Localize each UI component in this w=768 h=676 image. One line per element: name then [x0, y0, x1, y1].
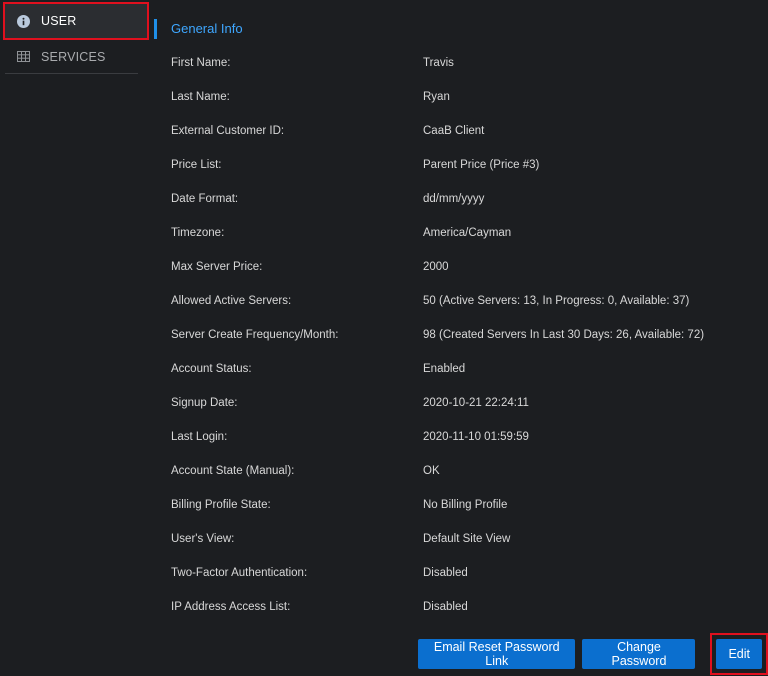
info-value: OK: [423, 465, 440, 477]
info-value: No Billing Profile: [423, 499, 508, 511]
info-row: Billing Profile State: No Billing Profile: [171, 488, 764, 522]
info-value: 2020-11-10 01:59:59: [423, 431, 529, 443]
info-row: External Customer ID: CaaB Client: [171, 114, 764, 148]
info-value: Travis: [423, 57, 454, 69]
info-row: Last Login: 2020-11-10 01:59:59: [171, 420, 764, 454]
sidebar-item-label: USER: [41, 14, 77, 28]
info-value: Parent Price (Price #3): [423, 159, 540, 171]
info-row: First Name: Travis: [171, 46, 764, 80]
sidebar-item-label: SERVICES: [41, 49, 106, 64]
info-label: Account Status:: [171, 363, 252, 375]
action-buttons: Email Reset Password Link Change Passwor…: [418, 633, 768, 675]
info-label: Account State (Manual):: [171, 465, 295, 477]
info-list: First Name: Travis Last Name: Ryan Externa…: [154, 46, 764, 624]
info-value: dd/mm/yyyy: [423, 193, 485, 205]
info-label: Two-Factor Authentication:: [171, 567, 308, 579]
info-value: Disabled: [423, 601, 468, 613]
info-label: Allowed Active Servers:: [171, 295, 292, 307]
info-row: Allowed Active Servers: 50 (Active Server…: [171, 284, 764, 318]
info-circle-icon: [16, 14, 30, 28]
edit-button-highlight: Edit: [710, 633, 768, 675]
info-label: Last Login:: [171, 431, 228, 443]
change-password-button[interactable]: Change Password: [582, 639, 696, 669]
info-label: Timezone:: [171, 227, 225, 239]
info-value: Default Site View: [423, 533, 511, 545]
info-row: User's View: Default Site View: [171, 522, 764, 556]
info-value: CaaB Client: [423, 125, 485, 137]
edit-button[interactable]: Edit: [716, 639, 762, 669]
info-label: First Name:: [171, 57, 231, 69]
info-value: America/Cayman: [423, 227, 512, 239]
info-label: Max Server Price:: [171, 261, 263, 273]
info-value: Disabled: [423, 567, 468, 579]
info-row: Account State (Manual): OK: [171, 454, 764, 488]
info-row: Account Status: Enabled: [171, 352, 764, 386]
general-info-panel: General Info First Name: Travis Last Name…: [154, 19, 764, 624]
info-value: Enabled: [423, 363, 466, 375]
sidebar-item-user[interactable]: USER: [3, 2, 149, 40]
info-row: Date Format: dd/mm/yyyy: [171, 182, 764, 216]
sidebar-item-services[interactable]: SERVICES: [5, 40, 138, 74]
info-label: Last Name:: [171, 91, 230, 103]
section-title: General Info: [154, 19, 764, 39]
info-row: Server Create Frequency/Month: 98 (Create…: [171, 318, 764, 352]
info-value: 2000: [423, 261, 449, 273]
info-label: Date Format:: [171, 193, 239, 205]
info-row: Max Server Price: 2000: [171, 250, 764, 284]
info-value: 50 (Active Servers: 13, In Progress: 0, …: [423, 295, 690, 307]
info-row: Price List: Parent Price (Price #3): [171, 148, 764, 182]
email-reset-password-button[interactable]: Email Reset Password Link: [418, 639, 576, 669]
sidebar: USER SERVICES: [3, 2, 149, 74]
grid-table-icon: [16, 50, 30, 64]
info-row: IP Address Access List: Disabled: [171, 590, 764, 624]
info-label: Server Create Frequency/Month:: [171, 329, 339, 341]
info-value: Ryan: [423, 91, 450, 103]
info-row: Signup Date: 2020-10-21 22:24:11: [171, 386, 764, 420]
info-label: IP Address Access List:: [171, 601, 291, 613]
info-label: External Customer ID:: [171, 125, 285, 137]
info-row: Timezone: America/Cayman: [171, 216, 764, 250]
info-value: 2020-10-21 22:24:11: [423, 397, 529, 409]
info-value: 98 (Created Servers In Last 30 Days: 26,…: [423, 329, 705, 341]
info-label: User's View:: [171, 533, 235, 545]
info-row: Last Name: Ryan: [171, 80, 764, 114]
info-label: Signup Date:: [171, 397, 238, 409]
info-label: Price List:: [171, 159, 222, 171]
info-row: Two-Factor Authentication: Disabled: [171, 556, 764, 590]
info-label: Billing Profile State:: [171, 499, 271, 511]
